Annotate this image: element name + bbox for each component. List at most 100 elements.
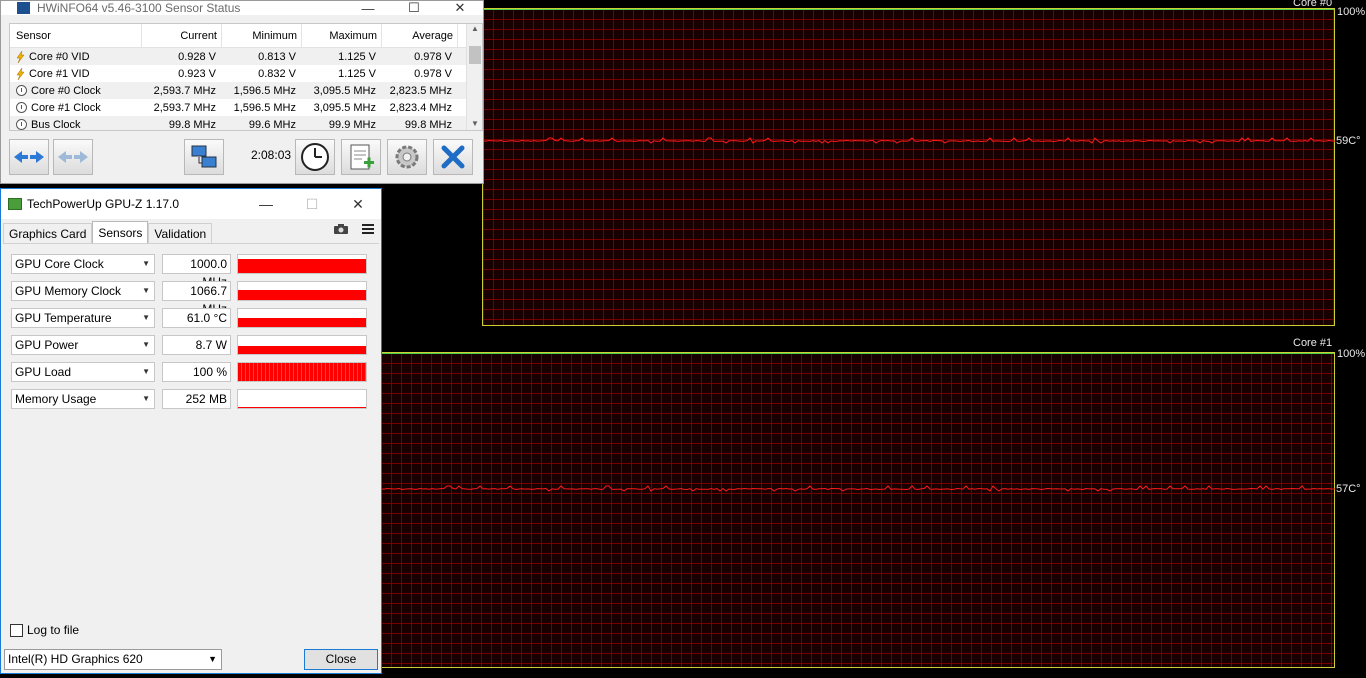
chevron-down-icon: ▼ bbox=[142, 394, 150, 403]
navigate-arrows-button[interactable] bbox=[9, 139, 49, 175]
close-icon[interactable]: ✕ bbox=[335, 189, 381, 219]
gpu-select[interactable]: Intel(R) HD Graphics 620 ▼ bbox=[4, 649, 222, 670]
clock-icon bbox=[16, 119, 27, 130]
clock-icon bbox=[301, 143, 329, 171]
sensor-value: 61.0 °C bbox=[162, 308, 231, 328]
bolt-icon bbox=[16, 50, 25, 63]
scroll-thumb[interactable] bbox=[469, 46, 481, 64]
col-header-minimum[interactable]: Minimum bbox=[222, 24, 302, 47]
sensor-current: 2,593.7 MHz bbox=[153, 101, 216, 114]
camera-icon[interactable] bbox=[333, 223, 349, 235]
maximize-icon[interactable]: ☐ bbox=[289, 189, 335, 219]
sensor-graph bbox=[237, 281, 367, 301]
sensor-value: 8.7 W bbox=[162, 335, 231, 355]
sensor-current: 0.923 V bbox=[178, 67, 216, 80]
sensor-row: GPU Temperature ▼ 61.0 °C bbox=[11, 308, 369, 328]
sensor-name: Core #0 Clock bbox=[10, 85, 142, 97]
sensor-maximum: 1.125 V bbox=[338, 67, 376, 80]
sensor-maximum: 99.9 MHz bbox=[328, 118, 376, 131]
minimize-icon[interactable]: — bbox=[243, 189, 289, 219]
table-row[interactable]: Core #1 Clock 2,593.7 MHz 1,596.5 MHz 3,095… bbox=[10, 99, 482, 116]
network-button[interactable] bbox=[184, 139, 224, 175]
core0-graph bbox=[482, 8, 1336, 326]
minimize-icon[interactable]: — bbox=[345, 1, 391, 16]
sensor-dropdown[interactable]: GPU Memory Clock ▼ bbox=[11, 281, 155, 301]
sensor-average: 0.978 V bbox=[414, 50, 452, 63]
clock-icon bbox=[16, 102, 27, 113]
sensors-panel: GPU Core Clock▼1000.0 MHzGPU Memory Cloc… bbox=[3, 243, 379, 619]
temperature-line bbox=[483, 137, 1336, 144]
sensor-name: Core #1 VID bbox=[10, 67, 142, 80]
core0-title: Core #0 bbox=[1293, 0, 1333, 9]
hwinfo-title: HWiNFO64 v5.46-3100 Sensor Status bbox=[37, 1, 241, 15]
col-header-current[interactable]: Current bbox=[142, 24, 222, 47]
sensor-graph bbox=[237, 389, 367, 409]
chevron-down-icon: ▼ bbox=[142, 367, 150, 376]
close-icon[interactable]: ✕ bbox=[437, 0, 483, 15]
scroll-up-icon[interactable]: ▲ bbox=[467, 24, 482, 33]
sensor-name: Core #1 Clock bbox=[10, 102, 142, 114]
sensor-graph-fill bbox=[238, 318, 366, 327]
chevron-down-icon: ▼ bbox=[208, 654, 217, 664]
core0-max-label: 100% bbox=[1337, 6, 1366, 18]
chevron-down-icon: ▼ bbox=[142, 340, 150, 349]
gpu-select-value: Intel(R) HD Graphics 620 bbox=[8, 652, 143, 666]
log-to-file[interactable]: Log to file bbox=[10, 623, 79, 637]
sensor-value: 100 % bbox=[162, 362, 231, 382]
log-to-file-checkbox[interactable] bbox=[10, 623, 23, 637]
clock-icon bbox=[16, 85, 27, 96]
sensor-dropdown[interactable]: GPU Core Clock ▼ bbox=[11, 254, 155, 274]
menu-icon[interactable] bbox=[361, 223, 375, 235]
tab-validation[interactable]: Validation bbox=[148, 223, 213, 243]
sensor-current: 0.928 V bbox=[178, 50, 216, 63]
sensor-dropdown[interactable]: Memory Usage ▼ bbox=[11, 389, 155, 409]
core1-graph bbox=[380, 352, 1336, 668]
gpuz-titlebar[interactable]: TechPowerUp GPU-Z 1.17.0 — ☐ ✕ bbox=[1, 189, 381, 219]
sensor-minimum: 0.832 V bbox=[258, 67, 296, 80]
add-report-button[interactable] bbox=[341, 139, 381, 175]
sensor-graph-fill bbox=[238, 406, 366, 408]
close-button[interactable]: Close bbox=[304, 649, 378, 670]
navigate-arrows-disabled-button[interactable] bbox=[53, 139, 93, 175]
chevron-down-icon: ▼ bbox=[142, 259, 150, 268]
sensor-value: 1066.7 MHz bbox=[162, 281, 231, 316]
sensor-table-scrollbar[interactable]: ▲ ▼ bbox=[466, 24, 482, 130]
gpuz-tab-icons bbox=[333, 223, 375, 235]
sensor-dropdown[interactable]: GPU Load ▼ bbox=[11, 362, 155, 382]
table-row[interactable]: Core #1 VID 0.923 V 0.832 V 1.125 V 0.978 V bbox=[10, 65, 482, 82]
sensor-graph-fill bbox=[238, 258, 366, 273]
close-sensors-button[interactable] bbox=[433, 139, 473, 175]
sensor-current: 99.8 MHz bbox=[168, 118, 216, 131]
sensor-dropdown[interactable]: GPU Power ▼ bbox=[11, 335, 155, 355]
scroll-down-icon[interactable]: ▼ bbox=[467, 119, 482, 128]
chevron-down-icon: ▼ bbox=[142, 313, 150, 322]
sensor-table-header: Sensor Current Minimum Maximum Average bbox=[10, 24, 482, 48]
hwinfo-titlebar[interactable]: HWiNFO64 v5.46-3100 Sensor Status — ☐ ✕ bbox=[1, 0, 483, 16]
table-row[interactable]: Core #0 VID 0.928 V 0.813 V 1.125 V 0.978 V bbox=[10, 48, 482, 65]
double-arrow-icon bbox=[58, 151, 88, 163]
tab-sensors[interactable]: Sensors bbox=[92, 221, 149, 243]
sensor-value: 252 MB bbox=[162, 389, 231, 409]
close-x-icon bbox=[441, 145, 465, 169]
gpuz-window: TechPowerUp GPU-Z 1.17.0 — ☐ ✕ Graphics … bbox=[0, 188, 382, 674]
sensor-row: GPU Power ▼ 8.7 W bbox=[11, 335, 369, 355]
settings-button[interactable] bbox=[387, 139, 427, 175]
col-header-average[interactable]: Average bbox=[382, 24, 458, 47]
sensor-dropdown[interactable]: GPU Temperature ▼ bbox=[11, 308, 155, 328]
sensor-row: Memory Usage ▼ 252 MB bbox=[11, 389, 369, 409]
sensor-graph-fill bbox=[238, 290, 366, 300]
sensor-graph bbox=[237, 308, 367, 328]
hwinfo-toolbar: 2:08:03 bbox=[1, 135, 483, 181]
table-row[interactable]: Core #0 Clock 2,593.7 MHz 1,596.5 MHz 3,095… bbox=[10, 82, 482, 99]
col-header-sensor[interactable]: Sensor bbox=[10, 24, 142, 47]
gear-icon bbox=[395, 145, 419, 169]
clock-button[interactable] bbox=[295, 139, 335, 175]
maximize-icon[interactable]: ☐ bbox=[391, 0, 437, 15]
sensor-maximum: 1.125 V bbox=[338, 50, 376, 63]
sensor-name: Bus Clock bbox=[10, 119, 142, 130]
sensor-graph-fill bbox=[238, 363, 366, 381]
table-row[interactable]: Bus Clock 99.8 MHz 99.6 MHz 99.9 MHz 99.8 MH… bbox=[10, 116, 482, 131]
tab-graphics-card[interactable]: Graphics Card bbox=[3, 223, 93, 243]
col-header-maximum[interactable]: Maximum bbox=[302, 24, 382, 47]
sensor-graph bbox=[237, 335, 367, 355]
